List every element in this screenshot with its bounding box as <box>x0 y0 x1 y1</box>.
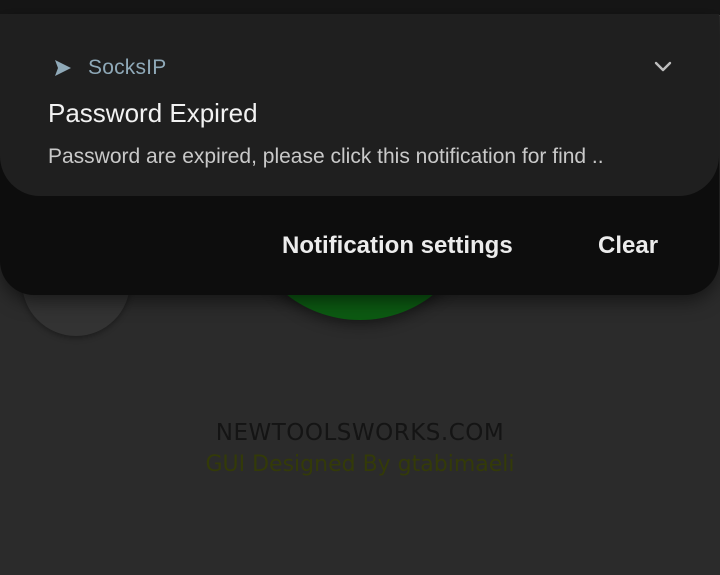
app-name: SocksIP <box>88 56 167 79</box>
play-arrow-icon <box>52 57 74 79</box>
chevron-down-icon <box>654 60 672 78</box>
notification-header: SocksIP <box>52 54 166 82</box>
notification-body: Password are expired, please click this … <box>48 145 604 168</box>
notification-title: Password Expired <box>48 98 258 128</box>
site-label: NEWTOOLSWORKS.COM <box>215 420 505 446</box>
credit-label: GUI Designed By gtabimaeli <box>205 452 515 477</box>
notification-card[interactable]: SocksIP Password Expired Password are ex… <box>0 14 719 196</box>
clear-button[interactable]: Clear <box>598 232 658 260</box>
expand-button[interactable] <box>648 56 678 82</box>
notification-settings-button[interactable]: Notification settings <box>282 232 513 260</box>
